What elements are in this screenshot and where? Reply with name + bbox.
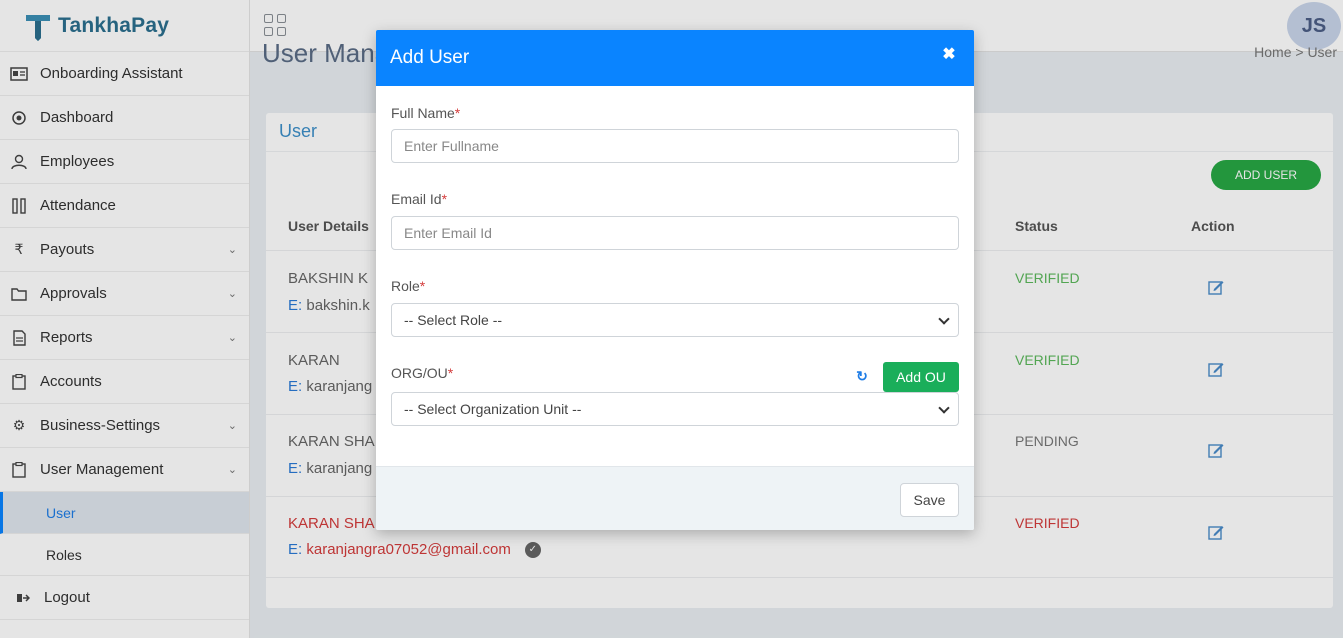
modal-footer: Save (376, 466, 974, 530)
close-icon[interactable]: ✖ (940, 46, 958, 64)
role-label: Role* (391, 278, 426, 294)
role-select[interactable]: -- Select Role -- (391, 303, 959, 337)
org-ou-label: ORG/OU* (391, 365, 454, 381)
chevron-down-icon (938, 402, 950, 414)
org-unit-select[interactable]: -- Select Organization Unit -- (391, 392, 959, 426)
refresh-icon[interactable]: ↻ (854, 368, 870, 384)
modal-header: Add User ✖ (376, 30, 974, 86)
modal-body: Full Name* Email Id* Role* -- Select Rol… (376, 86, 974, 466)
save-button[interactable]: Save (900, 483, 959, 517)
chevron-down-icon (938, 313, 950, 325)
org-unit-select-value: -- Select Organization Unit -- (404, 401, 582, 417)
add-user-modal: Add User ✖ Full Name* Email Id* Role* --… (376, 30, 974, 530)
email-label: Email Id* (391, 191, 448, 207)
modal-title: Add User (390, 47, 470, 68)
full-name-input[interactable] (391, 129, 959, 163)
full-name-label: Full Name* (391, 105, 461, 121)
email-input[interactable] (391, 216, 959, 250)
add-ou-button[interactable]: Add OU (883, 362, 959, 392)
role-select-value: -- Select Role -- (404, 312, 503, 328)
